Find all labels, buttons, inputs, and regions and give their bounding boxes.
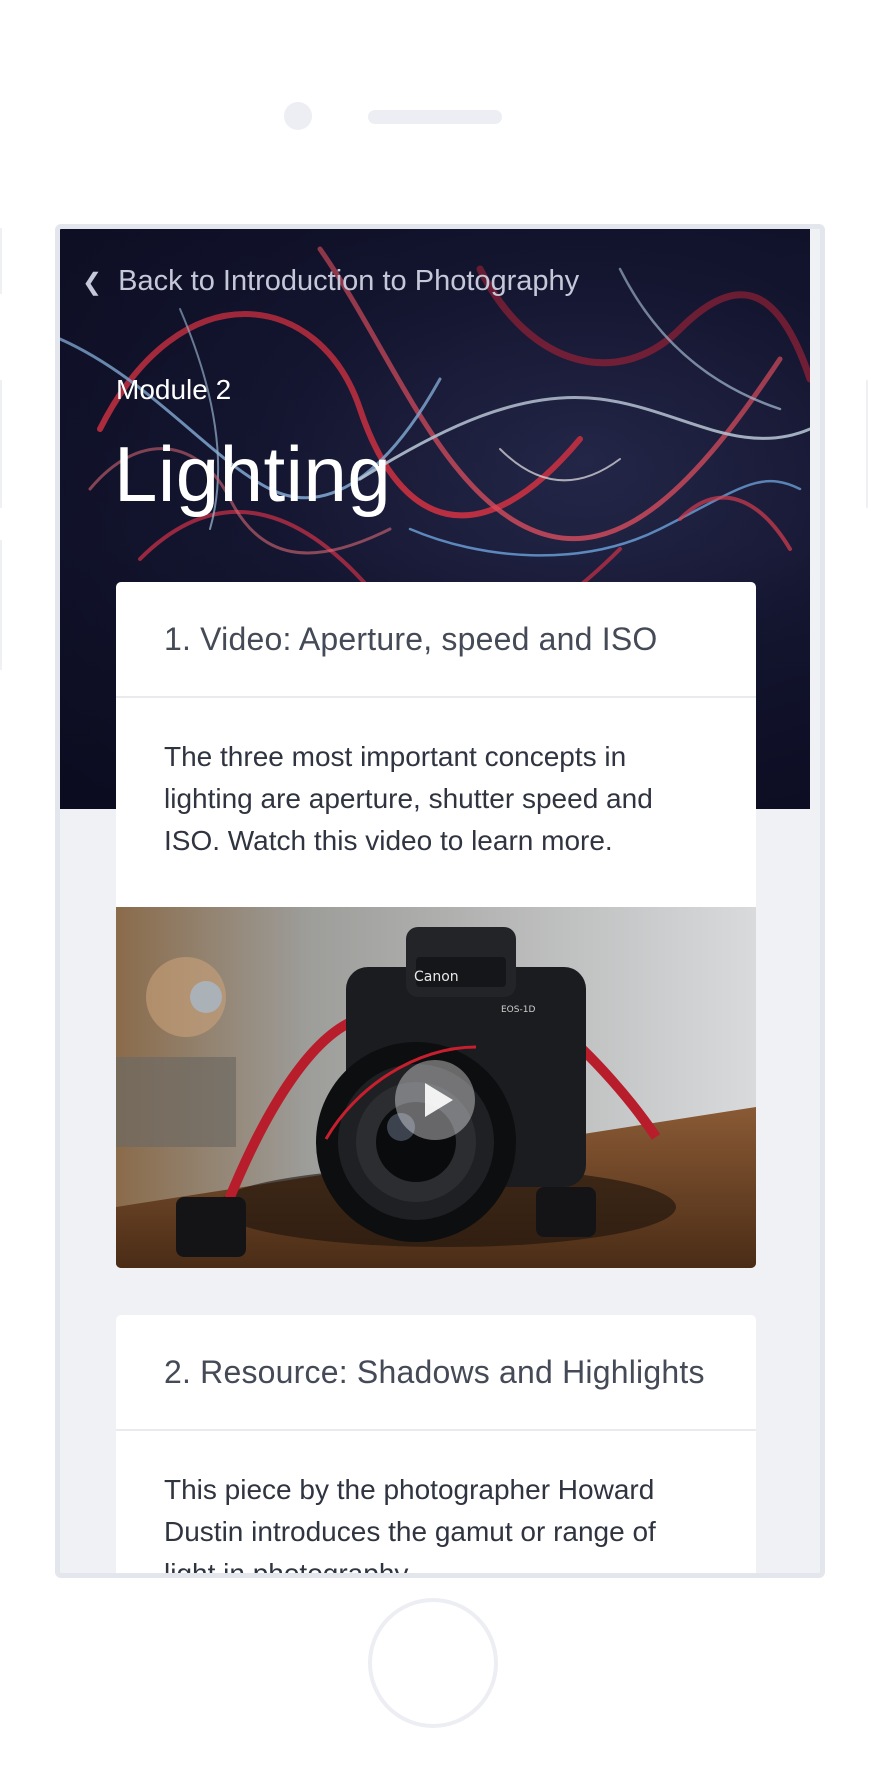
svg-text:EOS-1D: EOS-1D bbox=[501, 1005, 535, 1015]
svg-text:Canon: Canon bbox=[414, 969, 459, 985]
back-link[interactable]: ❮ Back to Introduction to Photography bbox=[82, 265, 579, 298]
phone-camera bbox=[284, 102, 312, 130]
video-thumbnail[interactable]: Canon EOS-1D bbox=[116, 907, 756, 1268]
frame-edge bbox=[0, 540, 2, 670]
frame-edge bbox=[0, 228, 2, 294]
lesson-card-video[interactable]: 1. Video: Aperture, speed and ISO The th… bbox=[116, 582, 756, 1268]
phone-speaker bbox=[368, 110, 502, 124]
lesson-title[interactable]: 2. Resource: Shadows and Highlights bbox=[116, 1315, 756, 1431]
back-link-label: Back to Introduction to Photography bbox=[118, 265, 580, 297]
lesson-description: This piece by the photographer Howard Du… bbox=[164, 1474, 656, 1578]
lesson-title[interactable]: 1. Video: Aperture, speed and ISO bbox=[116, 582, 756, 698]
app-screen: ❮ Back to Introduction to Photography Mo… bbox=[55, 224, 825, 1578]
play-button[interactable] bbox=[395, 1060, 475, 1140]
lesson-description: The three most important concepts in lig… bbox=[164, 741, 653, 856]
frame-edge bbox=[0, 380, 2, 508]
module-title: Lighting bbox=[114, 430, 392, 518]
phone-home-button[interactable] bbox=[368, 1598, 498, 1728]
module-label: Module 2 bbox=[116, 374, 232, 405]
play-icon bbox=[424, 1083, 453, 1117]
lesson-card-resource[interactable]: 2. Resource: Shadows and Highlights This… bbox=[116, 1315, 756, 1578]
chevron-left-icon: ❮ bbox=[82, 269, 103, 296]
frame-edge bbox=[866, 380, 868, 508]
